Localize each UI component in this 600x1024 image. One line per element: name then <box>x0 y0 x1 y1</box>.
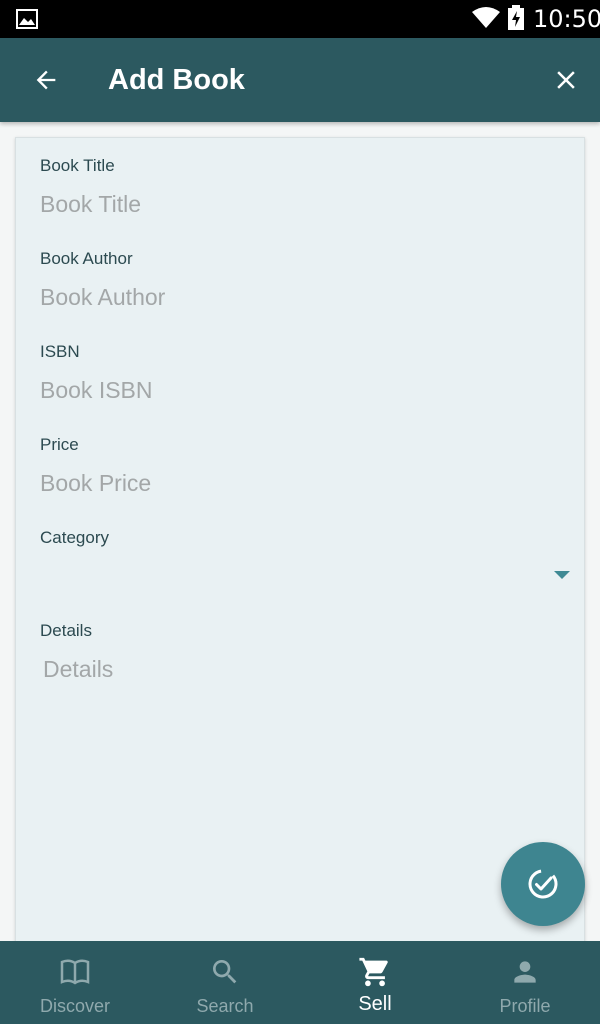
gallery-icon <box>16 9 38 29</box>
book-title-field: Book Title <box>40 156 560 218</box>
details-label: Details <box>40 621 92 640</box>
price-input[interactable] <box>40 469 540 497</box>
check-circle-icon <box>528 869 558 899</box>
price-label: Price <box>40 435 79 454</box>
back-button[interactable] <box>22 56 70 104</box>
person-icon <box>508 955 542 989</box>
category-label: Category <box>40 528 109 547</box>
add-book-form: Book Title Book Author ISBN Price Catego… <box>15 137 585 957</box>
isbn-label: ISBN <box>40 342 80 361</box>
submit-fab-button[interactable] <box>501 842 585 926</box>
nav-item-discover[interactable]: Discover <box>0 941 150 1024</box>
arrow-back-icon <box>36 70 56 90</box>
close-button[interactable] <box>542 56 590 104</box>
clock: 10:50 <box>533 5 600 33</box>
book-title-input[interactable] <box>40 190 540 218</box>
details-field: Details <box>40 621 560 683</box>
book-author-field: Book Author <box>40 249 560 311</box>
app-bar: Add Book <box>0 38 600 122</box>
nav-label-discover: Discover <box>39 996 110 1016</box>
nav-item-profile[interactable]: Profile <box>450 941 600 1024</box>
status-bar: 10:50 <box>0 0 600 38</box>
book-author-label: Book Author <box>40 249 133 268</box>
close-icon <box>557 71 575 89</box>
wifi-icon <box>472 7 500 28</box>
dropdown-arrow-icon <box>554 571 570 579</box>
nav-label-search: Search <box>196 996 254 1016</box>
battery-charging-icon <box>508 5 524 30</box>
book-author-input[interactable] <box>40 283 540 311</box>
book-open-icon <box>58 955 92 989</box>
nav-item-sell[interactable]: Sell <box>300 941 450 1024</box>
book-title-label: Book Title <box>40 156 115 175</box>
nav-item-search[interactable]: Search <box>150 941 300 1024</box>
category-field: Category <box>40 528 570 594</box>
price-field: Price <box>40 435 560 497</box>
details-input[interactable] <box>43 655 543 683</box>
isbn-input[interactable] <box>40 376 540 404</box>
isbn-field: ISBN <box>40 342 560 404</box>
cart-icon <box>358 955 392 989</box>
search-icon <box>208 955 242 989</box>
page-title: Add Book <box>108 64 245 96</box>
nav-label-sell: Sell <box>358 993 392 1015</box>
category-dropdown[interactable] <box>40 562 570 594</box>
bottom-navigation: Discover Search Sell Profile <box>0 941 600 1024</box>
nav-label-profile: Profile <box>499 996 551 1016</box>
